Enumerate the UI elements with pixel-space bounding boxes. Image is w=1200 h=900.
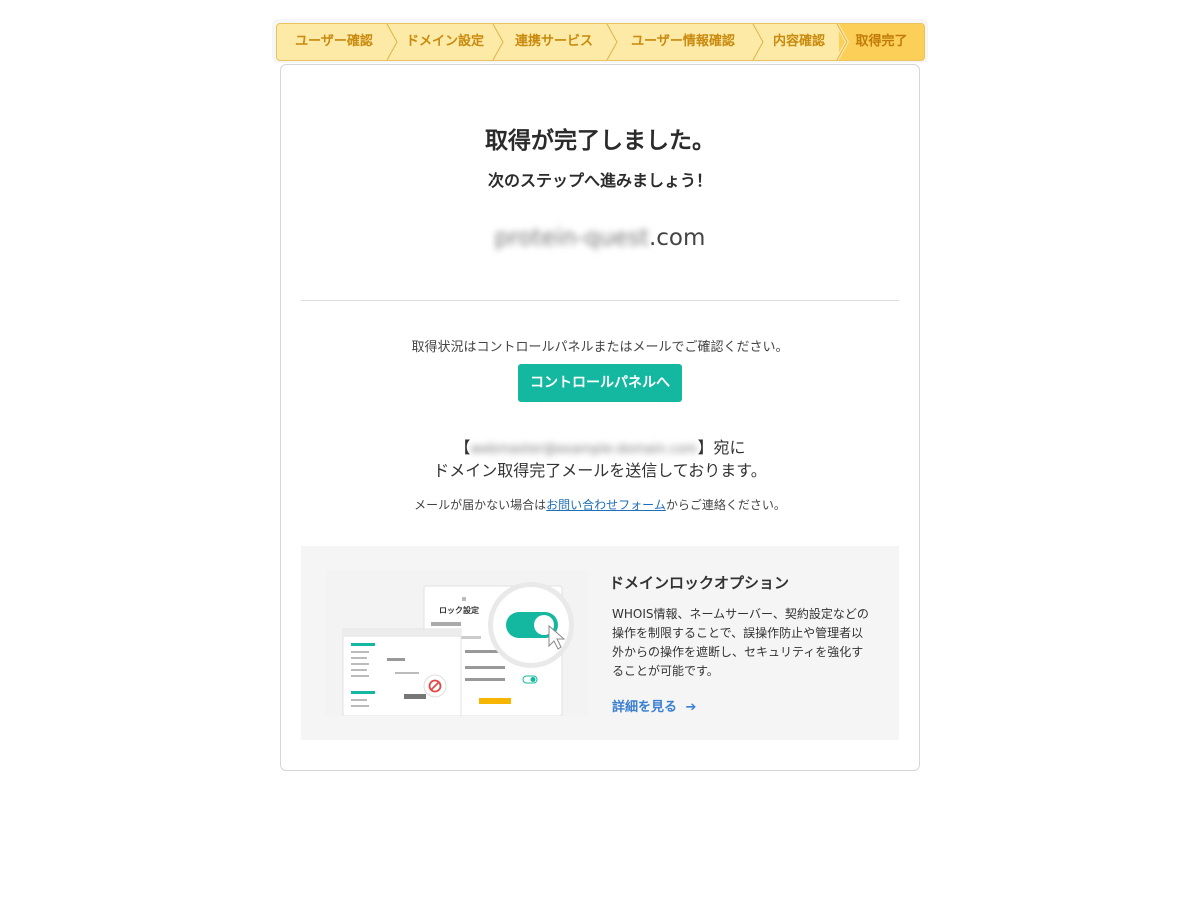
step-user-confirm: ユーザー確認 <box>277 24 391 60</box>
step-label: 内容確認 <box>772 34 825 49</box>
status-text: 取得状況はコントロールパネルまたはメールでご確認ください。 <box>411 340 789 355</box>
control-panel-button[interactable]: コントロールパネルへ <box>518 364 682 402</box>
step-content-confirm: 内容確認 <box>759 24 839 60</box>
stepper-container: ユーザー確認 ドメイン設定 連携サービス ユーザー情報確認 内容確認 取得完了 <box>272 19 928 63</box>
domain-lock-promo: ロック設定 ドメインロックオプション WHOIS情報、ネームサーバー、契約設定な… <box>301 546 899 740</box>
step-label: ドメイン設定 <box>405 34 484 49</box>
lock-option-description: WHOIS情報、ネームサーバー、契約設定などの操作を制限することで、誤操作防止や… <box>612 607 869 678</box>
step-user-info-confirm: ユーザー情報確認 <box>613 24 753 60</box>
progress-stepper: ユーザー確認 ドメイン設定 連携サービス ユーザー情報確認 内容確認 取得完了 <box>276 23 925 61</box>
contact-form-link[interactable]: お問い合わせフォーム <box>546 498 666 512</box>
arrow-right-icon: ➔ <box>685 700 697 715</box>
page-subtitle: 次のステップへ進みましょう！ <box>487 171 712 190</box>
domain-tld: .com <box>648 225 706 251</box>
mail-sent-text: ドメイン取得完了メールを送信しております。 <box>433 461 767 480</box>
bracket-open: 【 <box>454 438 471 457</box>
step-complete-active: 取得完了 <box>839 24 924 60</box>
step-domain-settings: ドメイン設定 <box>395 24 495 60</box>
lock-settings-illustration-icon <box>325 570 588 716</box>
email-address-blurred: webmaster@example-domain.com <box>470 442 698 457</box>
section-divider <box>301 300 899 301</box>
mail-recipient-line: 【webmaster@example-domain.com】宛に <box>281 434 919 458</box>
illustration-label: ロック設定 <box>439 606 479 615</box>
contact-suffix: からご連絡ください。 <box>665 498 786 512</box>
lock-illustration: ロック設定 <box>325 570 588 716</box>
step-label: 取得完了 <box>855 34 908 49</box>
domain-name-blurred: protein-quest <box>494 225 649 251</box>
completion-card: 取得が完了しました。 次のステップへ進みましょう！ protein-quest.… <box>280 64 920 771</box>
page-title: 取得が完了しました。 <box>485 128 715 154</box>
lock-details-label: 詳細を見る <box>612 700 678 715</box>
lock-option-title: ドメインロックオプション <box>609 574 790 592</box>
acquired-domain: protein-quest.com <box>281 225 919 251</box>
contact-prefix: メールが届かない場合は <box>414 498 547 512</box>
step-label: 連携サービス <box>514 34 593 49</box>
chevron-right-icon <box>835 24 849 60</box>
contact-text: メールが届かない場合はお問い合わせフォームからご連絡ください。 <box>281 496 919 513</box>
recipient-suffix: 】宛に <box>697 438 746 457</box>
step-label: ユーザー確認 <box>295 34 373 49</box>
step-label: ユーザー情報確認 <box>631 34 735 49</box>
step-linked-services: 連携サービス <box>501 24 607 60</box>
lock-details-link[interactable]: 詳細を見る ➔ <box>612 696 696 715</box>
